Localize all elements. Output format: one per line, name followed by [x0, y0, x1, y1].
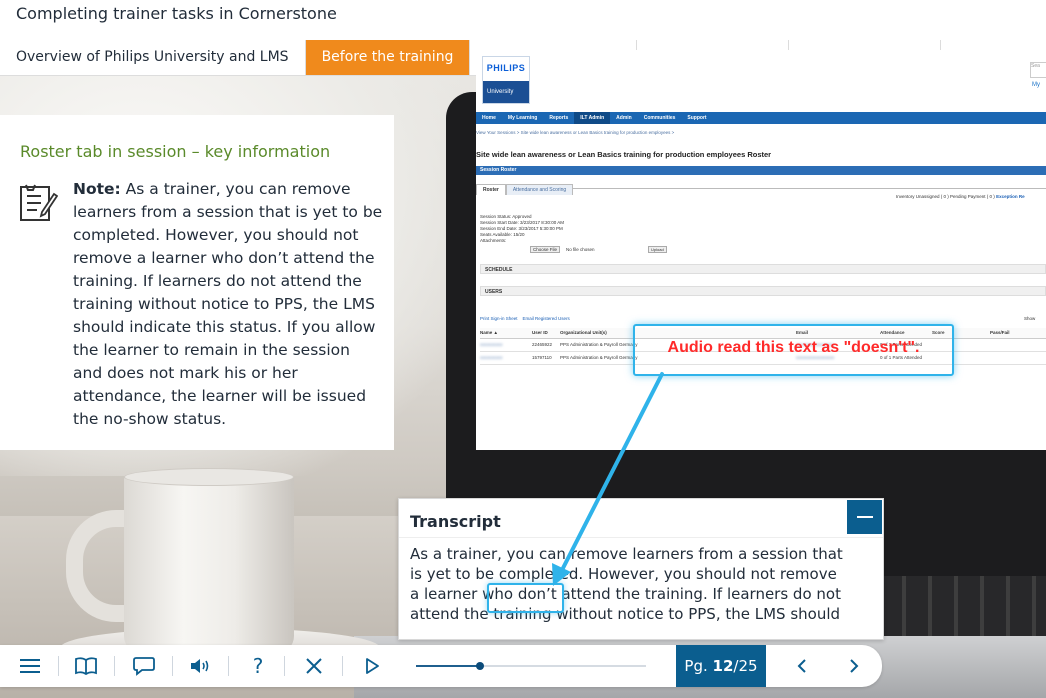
philips-logo: PHILIPS University: [482, 56, 530, 104]
lms-show: Show: [1024, 316, 1036, 321]
divider: [399, 537, 883, 538]
annotation-callout: Audio read this text as "doesn't".: [633, 324, 954, 376]
note-text: Note: As a trainer, you can remove learn…: [73, 178, 383, 431]
lms-search-box: Sea: [1030, 62, 1046, 78]
callout-text: Audio read this text as "doesn't".: [667, 339, 920, 356]
note-label: Note:: [73, 180, 121, 198]
text-highlight-box: [487, 583, 564, 613]
transcript-panel: Transcript As a trainer, you can remove …: [398, 498, 884, 640]
mug-rim: [124, 468, 294, 486]
divider: [114, 656, 115, 676]
lms-nav: Home My Learning Reports ILT Admin Admin…: [476, 112, 1046, 124]
volume-icon: [191, 659, 209, 673]
lms-links: Print Sign-in Sheet Email Registered Use…: [480, 316, 570, 321]
menu-icon: [20, 659, 40, 673]
tab-before-training[interactable]: Before the training: [305, 40, 471, 75]
lms-nav-item: Support: [687, 115, 707, 121]
exit-button[interactable]: [294, 645, 334, 687]
lms-breadcrumb: View Your Sessions > Site wide lean awar…: [476, 130, 675, 135]
lms-page-title: Site wide lean awareness or Lean Basics …: [476, 150, 772, 159]
lms-tabs: Roster Attendance and Scoring: [476, 178, 1046, 195]
menu-button[interactable]: [10, 645, 50, 687]
lms-section-bar: Session Roster: [476, 166, 1046, 175]
transcript-text: As a trainer, you can remove learners fr…: [410, 545, 843, 623]
coffee-mug: [124, 474, 294, 654]
lms-nav-item: Admin: [616, 115, 632, 121]
comment-icon: [133, 657, 155, 676]
lms-nav-item: Communities: [643, 115, 676, 121]
divider: [284, 656, 285, 676]
glossary-button[interactable]: [66, 645, 106, 687]
progress-thumb[interactable]: [476, 662, 485, 670]
content-heading: Roster tab in session – key information: [20, 142, 331, 161]
help-button[interactable]: ?: [238, 645, 278, 687]
page-indicator: Pg. 12/25: [676, 645, 766, 687]
header-bar: Completing trainer tasks in Cornerstone: [0, 0, 1046, 41]
keyboard: [880, 576, 1046, 636]
volume-button[interactable]: [181, 645, 221, 687]
play-button[interactable]: [352, 645, 392, 687]
lms-nav-item: My Learning: [507, 115, 538, 121]
play-icon: [366, 658, 379, 674]
lms-users: USERS: [480, 286, 1046, 296]
collapse-transcript-button[interactable]: [847, 500, 882, 534]
divider: [58, 656, 59, 676]
comment-button[interactable]: [124, 645, 164, 687]
progress-fill: [416, 665, 481, 667]
lms-nav-item: Home: [482, 115, 496, 121]
divider: [342, 656, 343, 676]
next-page-button[interactable]: [834, 645, 874, 687]
progress-track[interactable]: [416, 662, 646, 670]
lms-no-file: No file chosen: [566, 247, 595, 252]
divider: [228, 656, 229, 676]
tab-overview[interactable]: Overview of Philips University and LMS: [0, 40, 306, 75]
help-icon: ?: [252, 654, 264, 678]
minus-icon: [857, 516, 873, 518]
chevron-right-icon: [850, 659, 859, 673]
transcript-title: Transcript: [410, 512, 501, 531]
chevron-left-icon: [797, 659, 806, 673]
lms-tab-roster: Roster: [476, 184, 506, 195]
lms-schedule: SCHEDULE: [480, 264, 1046, 274]
lms-choose-file: Choose File: [530, 246, 561, 253]
lms-screenshot: PHILIPS University Sea My Home My Learni…: [476, 50, 1046, 450]
divider: [172, 656, 173, 676]
lms-my-link: My: [1032, 82, 1040, 88]
book-icon: [75, 657, 97, 675]
lms-tab-attendance: Attendance and Scoring: [505, 184, 574, 195]
lms-nav-item: ILT Admin: [574, 112, 611, 124]
previous-page-button[interactable]: [782, 645, 822, 687]
course-title: Completing trainer tasks in Cornerstone: [16, 4, 337, 23]
note-body: As a trainer, you can remove learners fr…: [73, 180, 383, 428]
lms-inventory: Inventory Unassigned ( 0 ) Pending Payme…: [896, 194, 1025, 199]
lms-session-details: Session Status: Approved Session Start D…: [480, 214, 565, 243]
note-list-icon: [18, 182, 59, 224]
close-icon: [306, 658, 322, 674]
player-bar: ? Pg. 12/25: [0, 645, 882, 687]
lms-upload: Upload: [648, 246, 667, 253]
content-card: Roster tab in session – key information …: [0, 115, 394, 450]
lms-nav-item: Reports: [549, 115, 569, 121]
